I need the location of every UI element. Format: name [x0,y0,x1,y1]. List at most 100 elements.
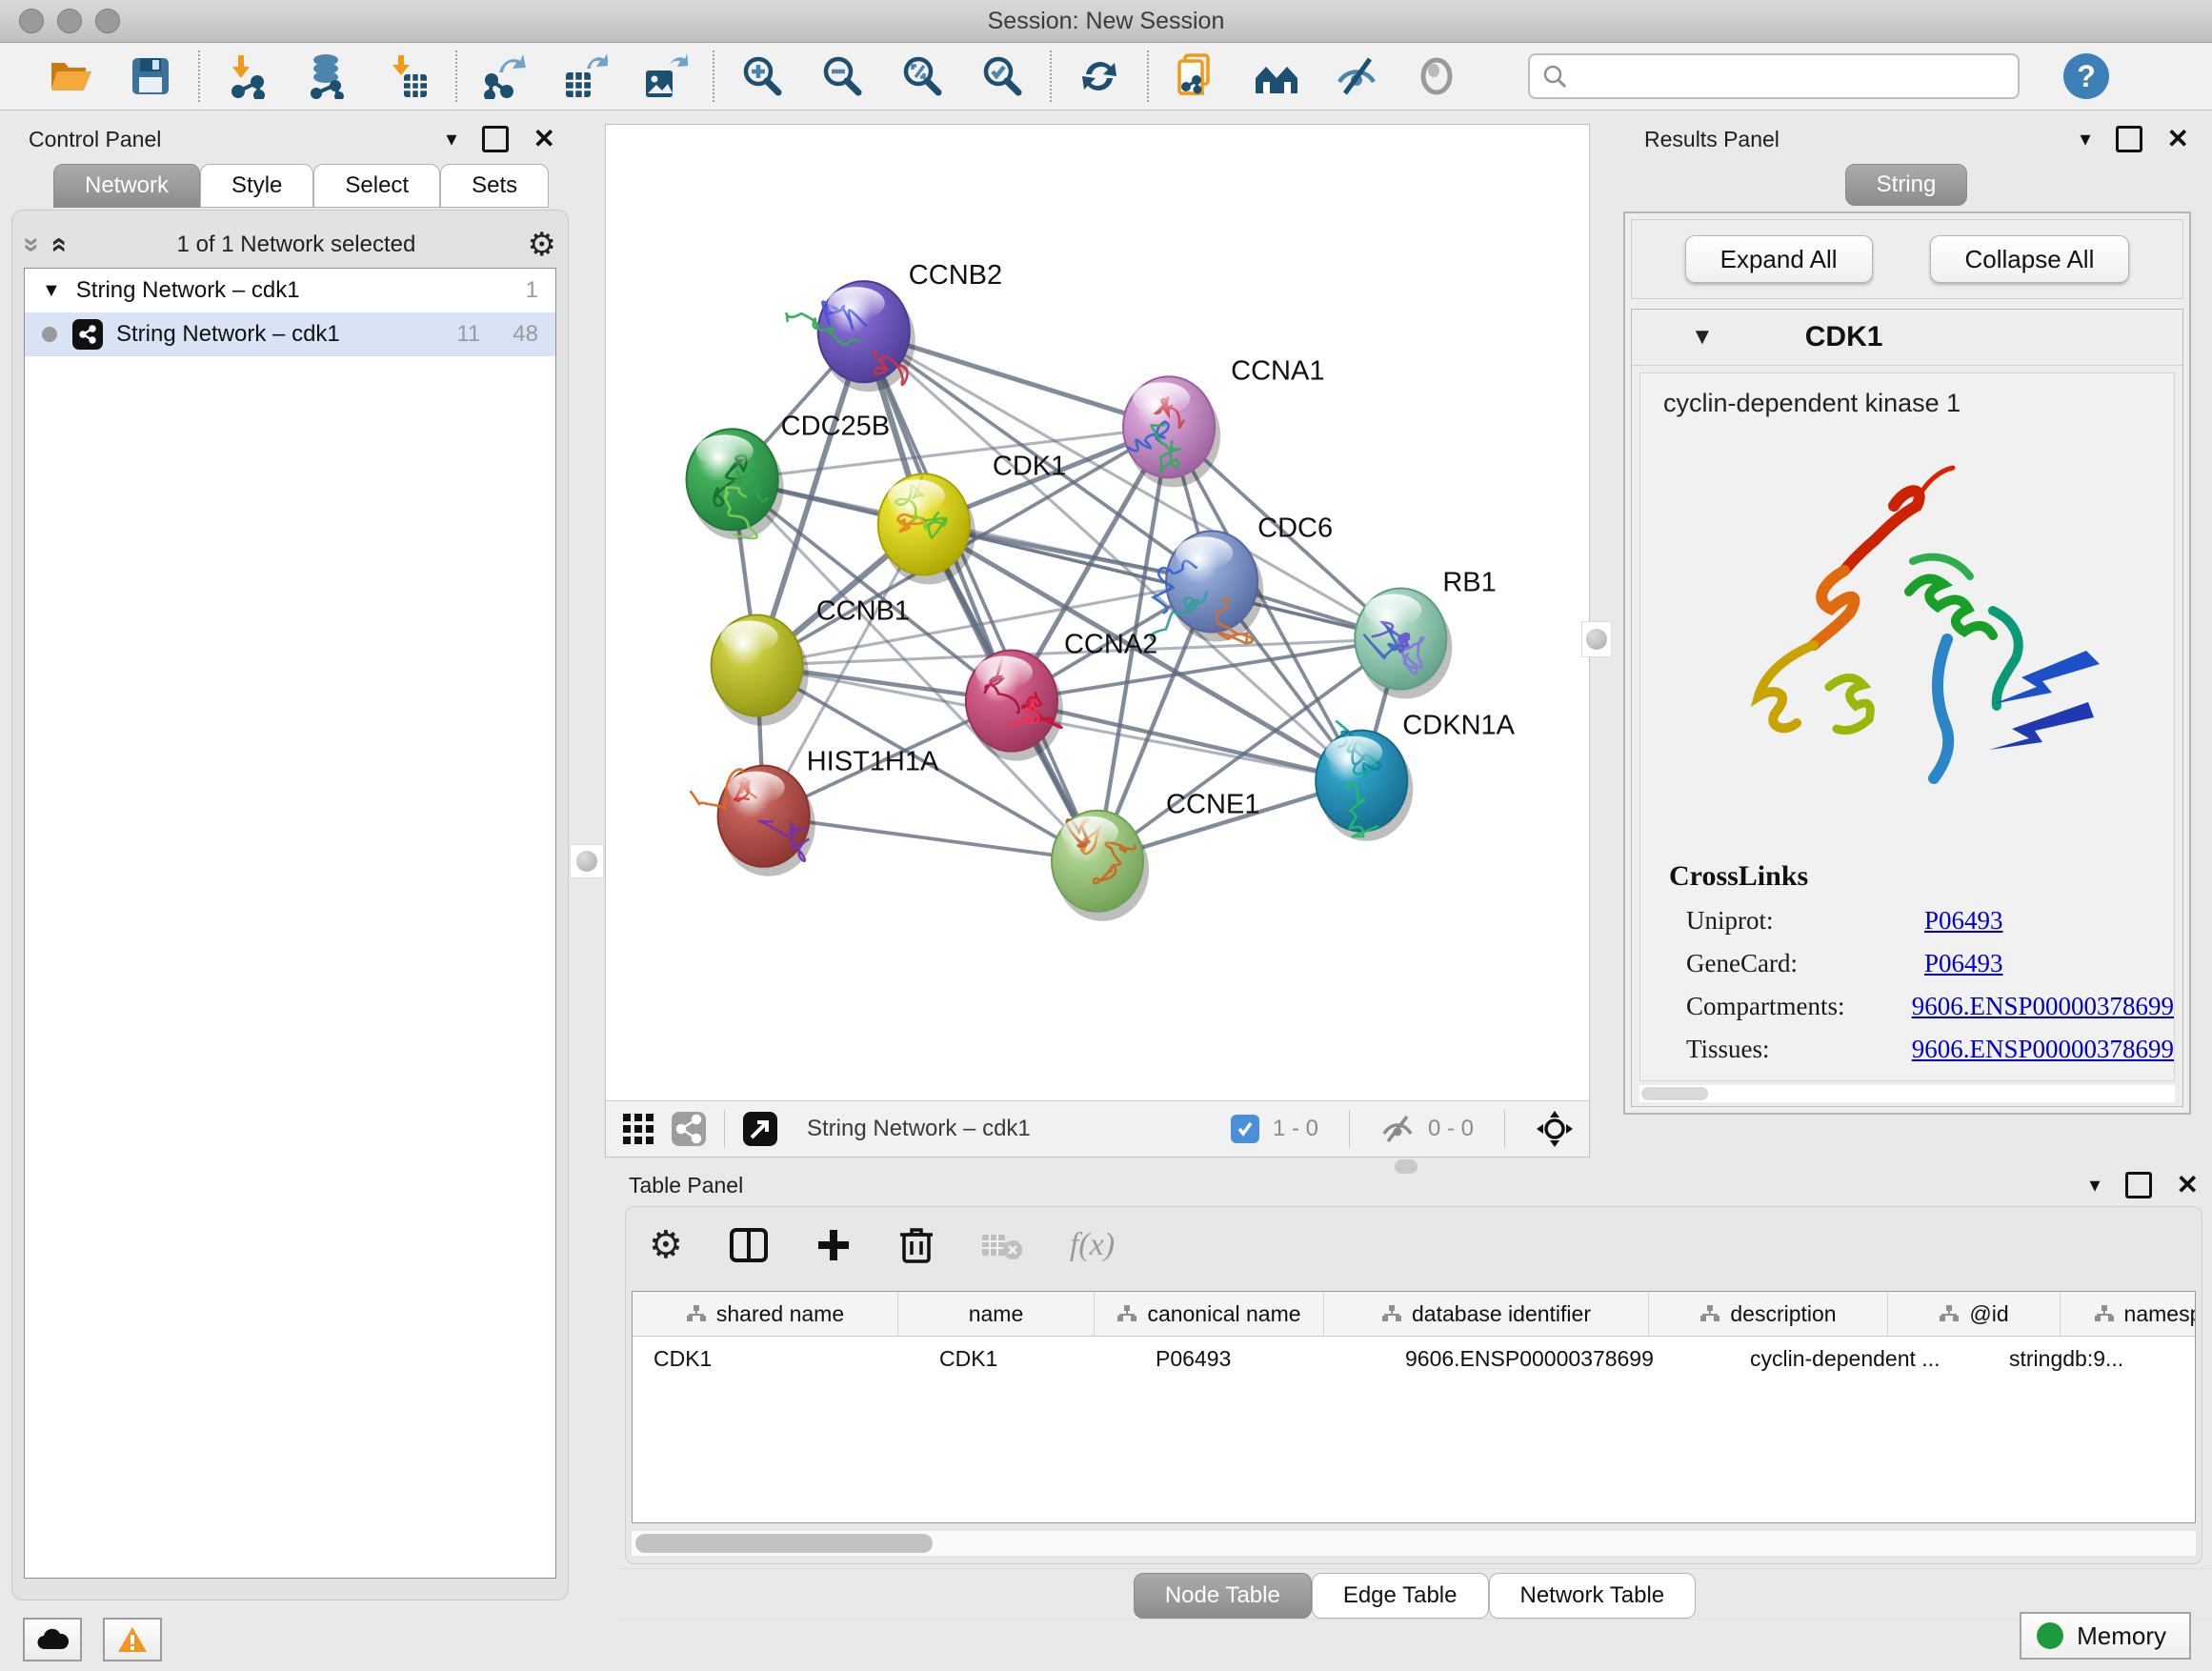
network-node[interactable]: CDC6 [1151,513,1333,643]
column-header[interactable]: description [1649,1292,1888,1336]
crosslink-genecard-link[interactable]: P06493 [1924,949,2003,978]
network-icon [72,319,103,350]
results-close-panel-icon[interactable]: ✕ [2167,129,2189,150]
grid-view-icon[interactable] [621,1112,655,1146]
column-header[interactable]: namespace [2061,1292,2196,1336]
crosslink-uniprot-link[interactable]: P06493 [1924,906,2003,936]
open-session-icon[interactable] [48,53,93,99]
table-type-tabs: Node Table Edge Table Network Table [617,1568,2212,1620]
import-database-icon[interactable] [305,53,351,99]
network-node[interactable]: CDKN1A [1316,711,1515,841]
hide-selected-icon[interactable] [1334,53,1379,99]
network-node[interactable]: RB1 [1355,567,1497,698]
node-label: CCNB1 [816,596,910,627]
network-node[interactable]: HIST1H1A [691,747,939,876]
import-network-icon[interactable] [225,53,271,99]
results-scrollbar[interactable] [1639,1085,2175,1102]
delete-column-icon[interactable] [898,1225,935,1265]
network-canvas[interactable]: CCNB2CCNA1CDC25BCDK1CDC6RB1CCNB1CCNA2CDK… [606,125,1589,1101]
title-bar: Session: New Session [0,0,2212,43]
entry-collapse-icon[interactable]: ▼ [1691,324,1714,351]
external-view-icon[interactable] [742,1111,778,1147]
column-header[interactable]: shared name [633,1292,898,1336]
table-options-gear-icon[interactable]: ⚙ [649,1229,683,1261]
gene-entry-header[interactable]: ▼ CDK1 [1632,310,2182,366]
tab-network-table[interactable]: Network Table [1489,1573,1697,1619]
table-close-panel-icon[interactable]: ✕ [2177,1175,2199,1196]
network-node[interactable]: CCNE1 [1052,790,1259,921]
crosslink-compartments-link[interactable]: 9606.ENSP00000378699 [1912,992,2174,1021]
network-node[interactable]: CCNB2 [786,260,1002,392]
node-label: CDKN1A [1402,711,1515,741]
crosslink-tissues-link[interactable]: 9606.ENSP00000378699 [1912,1035,2174,1064]
application-window: Session: New Session [0,0,2212,1671]
tab-edge-table[interactable]: Edge Table [1312,1573,1489,1619]
export-image-icon[interactable] [642,53,688,99]
export-table-icon[interactable] [562,53,608,99]
collapse-all-button[interactable]: Collapse All [1930,235,2130,283]
first-neighbors-icon[interactable] [1254,53,1299,99]
panel-menu-icon[interactable]: ▾ [446,127,456,151]
expand-all-icon[interactable]: » [41,237,73,253]
birdseye-toggle-icon[interactable] [1536,1110,1574,1148]
tab-string[interactable]: String [1845,164,1968,206]
column-type-icon [1939,1304,1960,1323]
memory-status-dot [2037,1622,2063,1649]
column-header[interactable]: name [898,1292,1095,1336]
column-header[interactable]: database identifier [1324,1292,1649,1336]
zoom-fit-icon[interactable] [899,53,945,99]
results-panel-menu-icon[interactable]: ▾ [2080,127,2090,151]
search-input[interactable] [1568,58,2018,94]
column-header[interactable]: canonical name [1095,1292,1324,1336]
zoom-in-icon[interactable] [739,53,785,99]
search-icon [1541,63,1568,90]
table-row[interactable]: CDK1 CDK1 P06493 9606.ENSP00000378699 cy… [633,1337,2195,1380]
collection-count: 1 [526,277,538,304]
network-node[interactable]: CCNA1 [1123,355,1324,487]
results-float-panel-icon[interactable] [2116,126,2142,152]
network-node[interactable]: CCNA2 [966,630,1157,761]
help-button[interactable]: ? [2063,53,2109,99]
network-collection-row[interactable]: ▼ String Network – cdk1 1 [25,269,555,312]
close-panel-icon[interactable]: ✕ [533,129,555,150]
column-header[interactable]: @id [1888,1292,2061,1336]
table-horizontal-scrollbar[interactable] [632,1531,2196,1556]
memory-button[interactable]: Memory [2020,1612,2191,1660]
network-status-bar: String Network – cdk1 1 - 0 0 - 0 [606,1100,1589,1157]
zoom-selected-icon[interactable] [979,53,1025,99]
show-all-icon[interactable] [1414,53,1459,99]
right-splitter-handle[interactable] [1581,621,1612,657]
network-options-gear-icon[interactable]: ⚙ [528,229,556,261]
refresh-icon[interactable] [1076,53,1122,99]
selected-checkbox[interactable] [1231,1115,1259,1143]
expand-all-button[interactable]: Expand All [1685,235,1873,283]
cloud-icon [36,1628,69,1651]
current-network-dot [42,327,57,342]
float-panel-icon[interactable] [482,126,509,152]
gene-entry: ▼ CDK1 cyclin-dependent kinase 1 [1631,309,2183,1107]
save-session-icon[interactable] [128,53,173,99]
create-column-icon[interactable] [814,1226,853,1264]
tab-sets[interactable]: Sets [440,164,549,208]
network-share-icon[interactable] [671,1111,707,1147]
export-network-icon[interactable] [482,53,528,99]
tab-style[interactable]: Style [200,164,313,208]
cloud-status-button[interactable] [23,1618,82,1661]
network-graph[interactable]: CCNB2CCNA1CDC25BCDK1CDC6RB1CCNB1CCNA2CDK… [606,125,1589,1101]
clone-network-icon[interactable] [1174,53,1219,99]
zoom-out-icon[interactable] [819,53,865,99]
table-panel: Table Panel ▾ ✕ ⚙ f(x) shared name name [617,1168,2212,1616]
tab-network[interactable]: Network [53,164,200,208]
table-float-panel-icon[interactable] [2125,1172,2152,1198]
network-row[interactable]: String Network – cdk1 11 48 [25,312,555,356]
crosslink-pharos-link[interactable]: P06493 [1924,1077,2003,1081]
table-panel-menu-icon[interactable]: ▾ [2089,1173,2100,1198]
tab-node-table[interactable]: Node Table [1134,1573,1312,1619]
network-node[interactable]: CDC25B [687,411,891,539]
tab-select[interactable]: Select [313,164,440,208]
left-splitter-handle[interactable] [570,844,604,878]
show-columns-icon[interactable] [729,1225,769,1265]
collection-expand-icon[interactable]: ▼ [42,280,61,302]
import-table-icon[interactable] [385,53,431,99]
warnings-button[interactable] [103,1618,162,1661]
